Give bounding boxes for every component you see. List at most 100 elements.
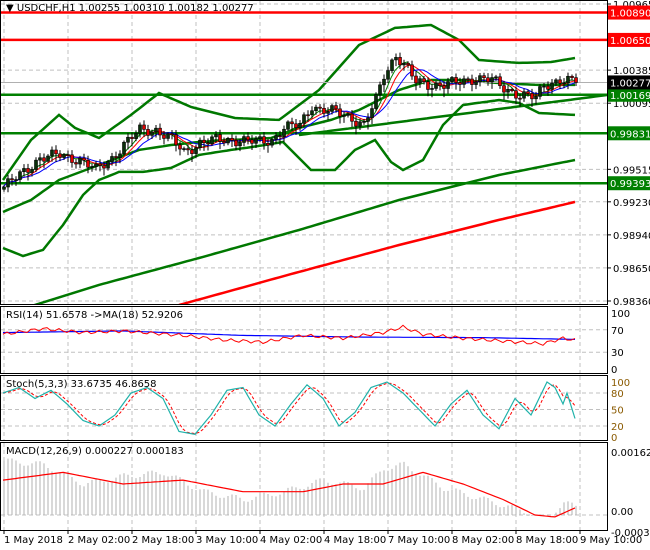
open-value: 1.00255 xyxy=(78,3,121,14)
bull-candle xyxy=(34,159,38,170)
price-level-label: 1.00169 xyxy=(610,91,650,102)
bear-candle xyxy=(354,120,358,127)
bull-candle xyxy=(550,82,554,90)
bear-candle xyxy=(306,114,310,117)
bull-candle xyxy=(310,110,314,116)
bear-candle xyxy=(70,154,74,163)
bull-candle xyxy=(494,76,498,79)
bull-candle xyxy=(402,62,406,66)
rsi-line xyxy=(2,324,576,346)
macd-level-label: 0.001625 xyxy=(611,448,650,459)
rsi-level-label: 100 xyxy=(611,309,630,320)
bull-candle xyxy=(78,157,82,165)
bull-candle xyxy=(542,85,546,88)
bull-candle xyxy=(298,123,302,128)
collapse-triangle-icon[interactable]: ▼ xyxy=(6,3,14,14)
bear-candle xyxy=(98,163,102,166)
bear-candle xyxy=(338,108,342,117)
price-level-label: 0.99393 xyxy=(610,179,650,190)
bull-candle xyxy=(90,166,94,168)
bull-candle xyxy=(390,59,394,71)
time-label: 1 May 2018 xyxy=(4,535,63,546)
bear-candle xyxy=(206,142,210,145)
bull-candle xyxy=(370,108,374,119)
bull-candle xyxy=(94,163,98,167)
bear-candle xyxy=(458,82,462,85)
bear-candle xyxy=(466,78,470,81)
time-label: 8 May 18:00 xyxy=(516,535,578,546)
high-value: 1.00310 xyxy=(123,3,165,14)
bear-candle xyxy=(86,159,90,168)
stoch-level-label: 0 xyxy=(611,433,617,444)
bull-candle xyxy=(14,179,18,181)
bear-candle xyxy=(526,91,530,94)
bear-candle xyxy=(574,77,578,83)
bull-candle xyxy=(62,154,66,158)
bull-candle xyxy=(538,86,542,97)
bull-candle xyxy=(118,153,122,158)
bear-candle xyxy=(230,137,234,141)
stoch-level-label: 80 xyxy=(611,389,624,400)
close-value: 1.00277 xyxy=(212,3,254,14)
bull-candle xyxy=(254,138,258,144)
chart-title: ▼ USDCHF,H1 1.00255 1.00310 1.00182 1.00… xyxy=(6,3,254,14)
bull-candle xyxy=(566,75,570,84)
time-label: 4 May 02:00 xyxy=(260,535,322,546)
bear-candle xyxy=(510,89,514,92)
bull-candle xyxy=(302,114,306,124)
bear-candle xyxy=(334,105,338,110)
time-label: 3 May 10:00 xyxy=(196,535,258,546)
bear-candle xyxy=(262,136,266,144)
bull-candle xyxy=(106,161,110,169)
price-label: 0.98940 xyxy=(613,231,650,242)
bull-candle xyxy=(214,134,218,138)
bear-candle xyxy=(102,165,106,169)
bear-candle xyxy=(442,85,446,89)
bull-candle xyxy=(238,142,242,147)
bull-candle xyxy=(30,169,34,173)
bull-candle xyxy=(50,149,54,157)
bull-candle xyxy=(506,89,510,93)
bull-candle xyxy=(346,113,350,116)
bear-candle xyxy=(234,140,238,147)
bear-candle xyxy=(570,75,574,78)
bull-candle xyxy=(386,70,390,80)
bear-candle xyxy=(454,77,458,83)
bull-candle xyxy=(126,136,130,143)
bear-candle xyxy=(66,154,70,156)
bull-candle xyxy=(286,121,290,130)
bear-candle xyxy=(514,90,518,99)
bull-candle xyxy=(150,131,154,136)
bear-candle xyxy=(58,153,62,158)
macd-signal-line xyxy=(2,471,576,518)
bear-candle xyxy=(482,75,486,79)
bull-candle xyxy=(474,81,478,85)
bull-candle xyxy=(394,57,398,61)
time-label: 4 May 18:00 xyxy=(324,535,386,546)
bear-candle xyxy=(54,149,58,155)
bear-candle xyxy=(178,144,182,150)
bear-candle xyxy=(410,64,414,77)
bull-candle xyxy=(274,135,278,140)
bear-candle xyxy=(530,93,534,100)
bull-candle xyxy=(138,124,142,134)
bull-candle xyxy=(418,78,422,84)
bull-candle xyxy=(326,111,330,114)
bull-candle xyxy=(314,106,318,112)
bull-candle xyxy=(330,105,334,112)
bear-candle xyxy=(278,135,282,138)
bull-candle xyxy=(554,79,558,84)
bear-candle xyxy=(502,85,506,93)
rsi-level-label: 0 xyxy=(611,365,617,376)
bear-candle xyxy=(162,134,166,139)
price-chart[interactable]: 1 May 2018 2 May 02:00 2 May 18:00 3 May 10… xyxy=(0,0,650,550)
current-price-label: 1.00277 xyxy=(610,78,650,89)
bull-candle xyxy=(562,82,566,85)
bear-candle xyxy=(250,139,254,144)
bull-candle xyxy=(282,128,286,137)
time-label: 2 May 18:00 xyxy=(132,535,194,546)
bull-candle xyxy=(382,78,386,86)
bear-candle xyxy=(398,57,402,66)
price-label: 0.98360 xyxy=(613,297,650,308)
bear-candle xyxy=(174,134,178,146)
